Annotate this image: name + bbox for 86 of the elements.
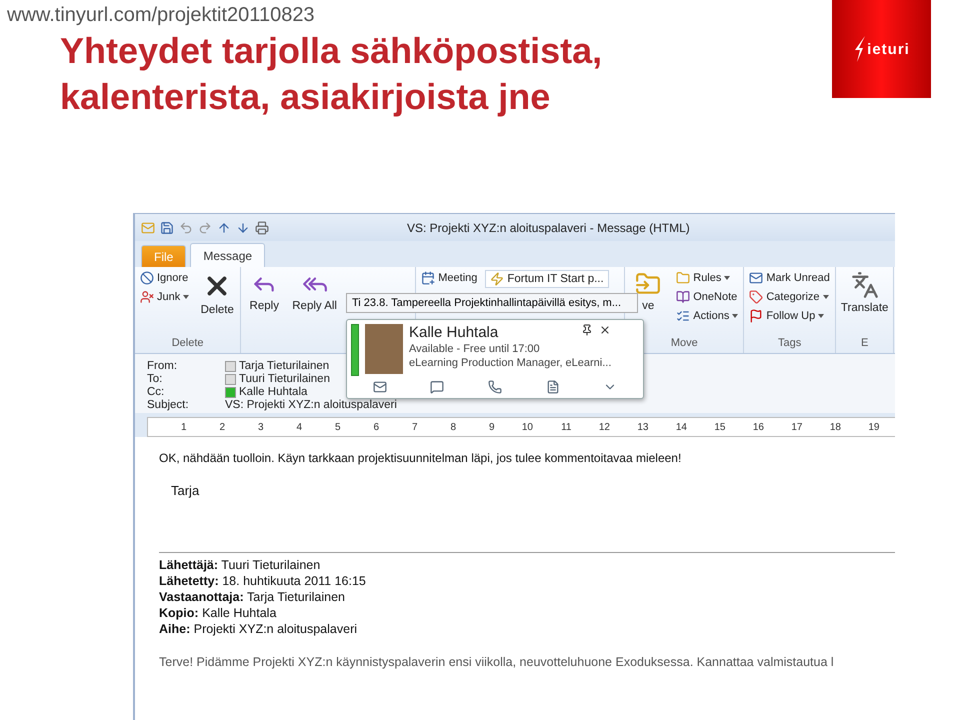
quoted-header-line: Vastaanottaja: Tarja Tieturilainen xyxy=(159,589,346,605)
signature: Tarja xyxy=(171,483,200,498)
message-text: OK, nähdään tuolloin. Käyn tarkkaan projektisuunnitelman läpi, jos tulee kommentoitavaa mieleen! xyxy=(159,451,682,465)
ruler-number: 2 xyxy=(218,422,225,432)
ribbon-button[interactable]: Reply xyxy=(244,270,284,313)
command-icon xyxy=(421,271,436,285)
ribbon-button[interactable]: Ignore xyxy=(138,270,192,286)
ruler-number: 6 xyxy=(372,422,379,432)
ribbon-button[interactable]: Mark Unread xyxy=(747,270,832,286)
field-label: Cc: xyxy=(147,386,166,398)
field-value: VS: Projekti XYZ:n aloituspalaveri xyxy=(225,399,397,411)
quoted-header-line: Lähetetty: 18. huhtikuuta 2011 16:15 xyxy=(159,573,367,589)
ribbon-button[interactable]: Reply All xyxy=(290,270,339,313)
contact-title: eLearning Production Manager, eLearni... xyxy=(409,357,612,369)
slide-url: www.tinyurl.com/projektit20110823 xyxy=(7,4,316,27)
status-bar xyxy=(351,324,359,376)
ribbon-button[interactable]: Delete xyxy=(197,270,238,317)
print-preview-icon[interactable] xyxy=(255,220,269,234)
pin-icon[interactable] xyxy=(581,324,594,336)
command-icon xyxy=(676,271,690,285)
contact-status: Available - Free until 17:00 xyxy=(409,343,541,355)
document-icon[interactable] xyxy=(546,380,560,394)
command-icon xyxy=(749,271,764,285)
ribbon-button[interactable]: OneNote xyxy=(674,289,740,305)
ruler-number: 10 xyxy=(520,422,533,432)
ruler-number: 17 xyxy=(790,422,802,432)
slide-title: Yhteydet tarjolla sähköpostista, xyxy=(60,29,602,73)
quick-step-button[interactable]: Fortum IT Start p... xyxy=(485,270,609,288)
group-label: Move xyxy=(670,337,699,351)
group-label: Tags xyxy=(776,337,802,351)
field-label: Subject: xyxy=(147,399,190,411)
command-icon xyxy=(635,271,662,297)
command-icon xyxy=(676,290,690,304)
field-value: Tuuri Tieturilainen xyxy=(239,373,330,385)
slide-title: kalenterista, asiakirjoista jne xyxy=(60,75,552,119)
command-icon xyxy=(140,271,154,285)
ruler-number: 13 xyxy=(636,422,648,432)
photo-placeholder xyxy=(365,324,403,374)
ruler-number: 8 xyxy=(449,422,456,432)
ruler-number: 4 xyxy=(295,422,302,432)
quoted-header-line: Kopio: Kalle Huhtala xyxy=(159,605,278,621)
ruler-number: 16 xyxy=(752,422,764,432)
command-icon xyxy=(749,309,764,323)
ruler-number: 18 xyxy=(828,422,841,432)
ruler-number: 19 xyxy=(867,422,880,432)
command-icon xyxy=(140,290,154,304)
ribbon-button[interactable]: Follow Up xyxy=(747,308,832,324)
field-value: Kalle Huhtala xyxy=(239,386,308,398)
command-icon xyxy=(749,290,764,304)
ribbon-button[interactable]: Translate xyxy=(838,270,890,315)
ruler-number: 11 xyxy=(560,422,572,432)
quoted-text: Terve! Pidämme Projekti XYZ:n käynnistyspalaverin ensi viikolla, neuvotteluhuone Exoduksessa. Kannattaa valmistautua l xyxy=(159,655,835,669)
contact-name: Kalle Huhtala xyxy=(409,324,498,341)
ruler-number: 12 xyxy=(598,422,610,432)
ruler-number: 5 xyxy=(334,422,340,432)
logo-text: ieturi xyxy=(867,40,910,58)
down-arrow-icon[interactable] xyxy=(236,220,250,234)
close-icon[interactable] xyxy=(599,324,612,336)
ruler-number: 1 xyxy=(180,422,186,432)
command-icon xyxy=(850,271,879,299)
command-icon xyxy=(490,272,504,286)
command-icon xyxy=(676,309,690,323)
field-label: To: xyxy=(147,373,164,385)
ribbon-button[interactable]: Categorize xyxy=(747,289,832,305)
ribbon-button[interactable]: Junk xyxy=(138,289,192,305)
ruler-number: 14 xyxy=(674,422,687,432)
tooltip: Ti 23.8. Tampereella Projektinhallintapäivillä esitys, m... xyxy=(346,293,638,313)
ruler-number: 7 xyxy=(410,422,418,432)
ribbon-button[interactable]: Meeting xyxy=(419,270,480,286)
window-title: VS: Projekti XYZ:n aloituspalaveri - Message (HTML) xyxy=(407,220,690,234)
ribbon-button[interactable]: Rules xyxy=(674,270,740,286)
ruler-number: 9 xyxy=(488,422,494,432)
ruler-number: 15 xyxy=(713,422,726,432)
field-value: Tarja Tieturilainen xyxy=(239,360,330,372)
group-label: Delete xyxy=(170,337,205,351)
quoted-header-line: Aihe: Projekti XYZ:n aloituspalaveri xyxy=(159,621,358,637)
group-label: E xyxy=(860,337,870,351)
ruler-number: 3 xyxy=(256,422,264,432)
mail-icon[interactable] xyxy=(372,380,387,394)
quoted-header-line: Lähettäjä: Tuuri Tieturilainen xyxy=(159,557,322,573)
field-label: From: xyxy=(147,360,178,372)
chat-icon[interactable] xyxy=(430,380,444,394)
ribbon-tab[interactable]: Message xyxy=(190,243,266,267)
save-icon[interactable] xyxy=(160,220,174,234)
phone-icon[interactable] xyxy=(488,380,502,394)
ribbon-button[interactable]: Actions xyxy=(674,308,740,324)
